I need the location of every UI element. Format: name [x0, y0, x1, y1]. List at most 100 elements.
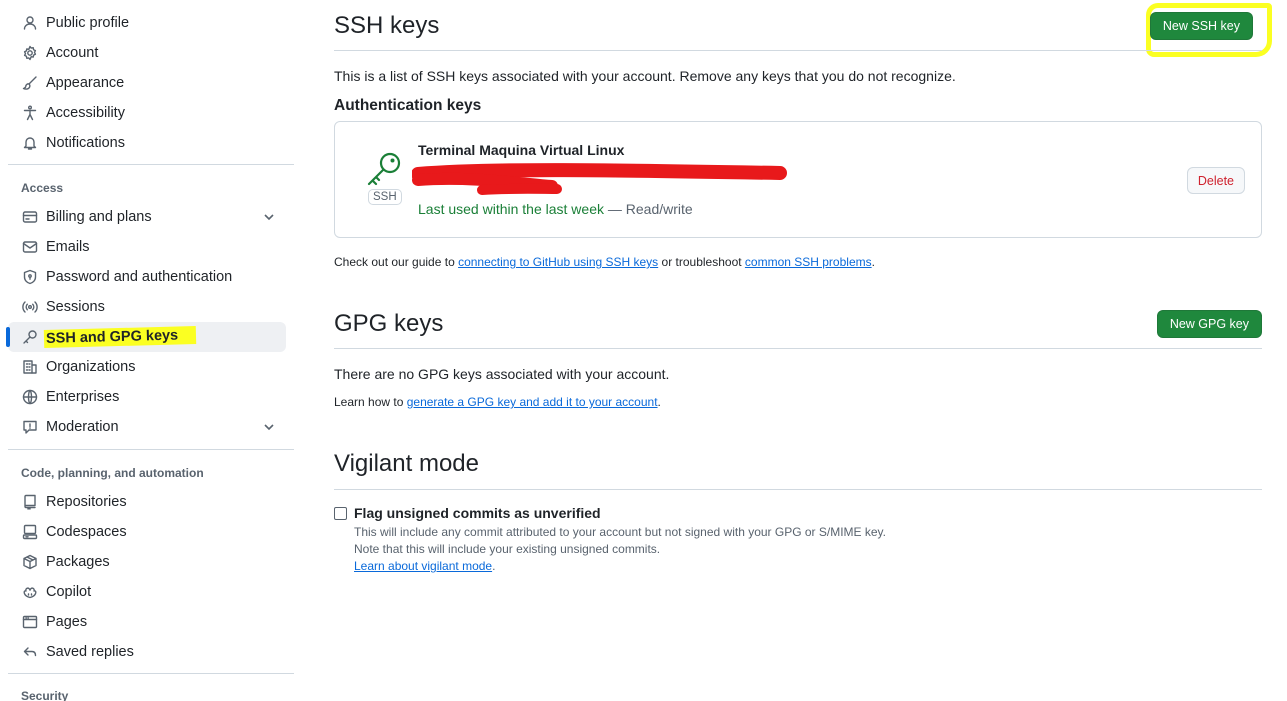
sidebar-item-label: Copilot — [46, 584, 92, 600]
section-divider — [334, 348, 1262, 349]
sidebar-section-security: Security — [21, 689, 69, 701]
report-icon — [22, 419, 38, 435]
sidebar-item-label: Emails — [46, 239, 90, 255]
codespaces-icon — [22, 524, 38, 540]
sidebar-item-label: Billing and plans — [46, 209, 152, 225]
bell-icon — [22, 135, 38, 151]
vigilant-desc-1: This will include any commit attributed … — [354, 525, 887, 539]
sidebar-item-label: Accessibility — [46, 105, 125, 121]
sidebar-item-moderation[interactable]: Moderation — [8, 412, 286, 442]
sidebar-item-organizations[interactable]: Organizations — [8, 352, 286, 382]
sidebar-section-code: Code, planning, and automation — [21, 466, 204, 480]
organization-icon — [22, 359, 38, 375]
sidebar-item-password[interactable]: Password and authentication — [8, 262, 286, 292]
sidebar-item-label: Saved replies — [46, 644, 134, 660]
generate-gpg-link[interactable]: generate a GPG key and add it to your ac… — [407, 395, 658, 409]
sidebar-item-account[interactable]: Account — [8, 38, 286, 68]
delete-key-button[interactable]: Delete — [1186, 167, 1245, 194]
sidebar-item-label: Appearance — [46, 75, 125, 91]
guide-suffix: . — [871, 255, 875, 269]
sidebar-item-label: Public profile — [46, 15, 130, 31]
sidebar-item-label: Repositories — [46, 494, 127, 510]
ssh-key-title: Terminal Maquina Virtual Linux — [418, 142, 625, 158]
guide-middle: or troubleshoot — [658, 255, 745, 269]
sidebar-item-label: Organizations — [46, 359, 136, 375]
sidebar-item-repositories[interactable]: Repositories — [8, 487, 286, 517]
ssh-key-item: SSH Terminal Maquina Virtual Linux Last … — [334, 121, 1262, 238]
copilot-icon — [22, 584, 38, 600]
ssh-guide-text: Check out our guide to connecting to Git… — [334, 255, 875, 269]
vigilant-desc-2: Note that this will include your existin… — [354, 542, 661, 556]
ssh-keys-heading: SSH keys — [334, 12, 440, 39]
sidebar-item-accessibility[interactable]: Accessibility — [8, 98, 286, 128]
section-divider — [334, 50, 1262, 51]
key-icon — [367, 152, 401, 186]
reply-icon — [22, 644, 38, 660]
key-icon — [22, 329, 38, 345]
ssh-description: This is a list of SSH keys associated wi… — [334, 68, 956, 84]
sidebar-item-label: Account — [46, 45, 99, 61]
sidebar-item-saved-replies[interactable]: Saved replies — [8, 637, 286, 667]
guide-prefix: Check out our guide to — [334, 255, 459, 269]
gpg-learn-text: Learn how to generate a GPG key and add … — [334, 395, 661, 409]
sidebar-item-label: SSH and GPG keys — [43, 326, 197, 348]
chevron-down-icon[interactable] — [262, 420, 276, 434]
new-gpg-key-button[interactable]: New GPG key — [1156, 310, 1262, 338]
sidebar-item-notifications[interactable]: Notifications — [8, 128, 286, 158]
learn-suffix: . — [657, 395, 661, 409]
sidebar-item-sessions[interactable]: Sessions — [8, 292, 286, 322]
sidebar-item-label: Enterprises — [46, 389, 120, 405]
mail-icon — [22, 239, 38, 255]
sidebar-item-public-profile[interactable]: Public profile — [8, 8, 286, 38]
chevron-down-icon[interactable] — [262, 210, 276, 224]
sidebar-item-label: Packages — [46, 554, 110, 570]
learn-vigilant-link[interactable]: Learn about vigilant mode — [354, 559, 492, 573]
credit-card-icon — [22, 209, 38, 225]
repo-icon — [22, 494, 38, 510]
broadcast-icon — [22, 299, 38, 315]
auth-keys-heading: Authentication keys — [334, 97, 482, 114]
sidebar-item-copilot[interactable]: Copilot — [8, 577, 286, 607]
sidebar-item-label: Notifications — [46, 135, 125, 151]
settings-sidebar: Public profile Account Appearance Access… — [0, 0, 300, 701]
learn-vigilant-suffix: . — [492, 559, 496, 573]
learn-prefix: Learn how to — [334, 395, 407, 409]
sidebar-item-ssh-gpg-keys[interactable]: SSH and GPG keys — [6, 322, 286, 352]
sidebar-item-label: Sessions — [46, 299, 105, 315]
sidebar-item-billing[interactable]: Billing and plans — [8, 202, 286, 232]
main-content: SSH keys New SSH key This is a list of S… — [334, 0, 1272, 701]
sidebar-item-emails[interactable]: Emails — [8, 232, 286, 262]
sidebar-divider — [8, 673, 294, 674]
gpg-keys-heading: GPG keys — [334, 310, 444, 337]
sidebar-item-pages[interactable]: Pages — [8, 607, 286, 637]
globe-icon — [22, 389, 38, 405]
vigilant-mode-heading: Vigilant mode — [334, 450, 479, 477]
sidebar-item-packages[interactable]: Packages — [8, 547, 286, 577]
sidebar-item-label: Pages — [46, 614, 88, 630]
person-icon — [22, 15, 38, 31]
sidebar-section-access: Access — [21, 181, 64, 195]
sidebar-item-codespaces[interactable]: Codespaces — [8, 517, 286, 547]
sidebar-item-label: Moderation — [46, 419, 119, 435]
flag-unsigned-label[interactable]: Flag unsigned commits as unverified — [354, 505, 601, 521]
sidebar-item-appearance[interactable]: Appearance — [8, 68, 286, 98]
gear-icon — [22, 45, 38, 61]
sidebar-item-enterprises[interactable]: Enterprises — [8, 382, 286, 412]
sidebar-divider — [8, 449, 294, 450]
redaction-scribble — [412, 163, 787, 195]
section-divider — [334, 489, 1262, 490]
ssh-problems-link[interactable]: common SSH problems — [745, 255, 872, 269]
ssh-badge: SSH — [368, 189, 402, 205]
ssh-key-last-used: Last used within the last week — Read/wr… — [418, 201, 693, 217]
package-icon — [22, 554, 38, 570]
vigilant-learn: Learn about vigilant mode. — [354, 559, 495, 573]
sidebar-item-label: Codespaces — [46, 524, 127, 540]
flag-unsigned-checkbox[interactable] — [334, 507, 347, 520]
connecting-ssh-link[interactable]: connecting to GitHub using SSH keys — [458, 255, 658, 269]
gpg-empty-text: There are no GPG keys associated with yo… — [334, 366, 670, 382]
new-ssh-key-button[interactable]: New SSH key — [1149, 12, 1253, 40]
paintbrush-icon — [22, 75, 38, 91]
sidebar-item-label: Password and authentication — [46, 269, 233, 285]
accessibility-icon — [22, 105, 38, 121]
shield-lock-icon — [22, 269, 38, 285]
